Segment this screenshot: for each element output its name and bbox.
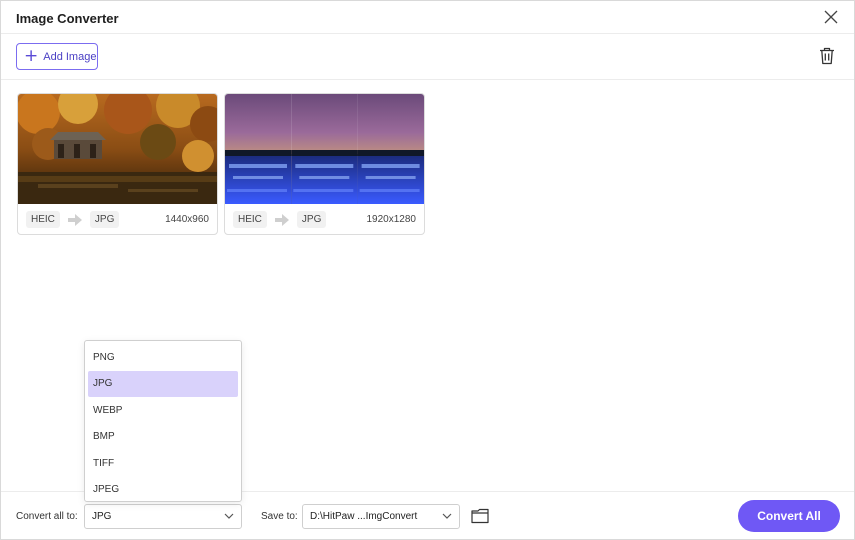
plus-icon: +	[24, 46, 39, 66]
image-dimensions: 1440x960	[165, 214, 209, 225]
format-option-webp[interactable]: WEBP	[88, 397, 238, 424]
source-format: HEIC	[26, 211, 60, 228]
format-option-bmp[interactable]: BMP	[88, 424, 238, 451]
source-format: HEIC	[233, 211, 267, 228]
card-footer: HEIC JPG 1440x960	[18, 204, 217, 234]
chevron-down-icon	[224, 513, 234, 519]
close-icon[interactable]	[824, 10, 838, 24]
format-option-png[interactable]: PNG	[88, 344, 238, 371]
folder-icon[interactable]	[471, 508, 489, 524]
save-to-label: Save to:	[261, 511, 298, 522]
target-format: JPG	[89, 211, 120, 228]
image-dimensions: 1920x1280	[366, 214, 417, 225]
trash-icon[interactable]	[819, 47, 835, 65]
title-bar: Image Converter	[1, 1, 854, 34]
add-image-button[interactable]: + Add Image	[16, 43, 98, 70]
format-option-tiff[interactable]: TIFF	[88, 450, 238, 477]
window-title: Image Converter	[16, 11, 119, 26]
format-dropdown-menu: PNG JPG WEBP BMP TIFF JPEG	[84, 340, 242, 502]
convert-all-select[interactable]: JPG	[84, 504, 242, 529]
image-converter-window: Image Converter + Add Image HEIC JPG 144…	[0, 0, 855, 540]
add-image-label: Add Image	[43, 50, 97, 63]
format-option-jpeg[interactable]: JPEG	[88, 477, 238, 504]
image-card[interactable]: HEIC JPG 1920x1280	[224, 93, 425, 235]
convert-all-value: JPG	[92, 511, 112, 522]
save-path-select[interactable]: D:\HitPaw ...ImgConvert	[302, 504, 460, 529]
convert-all-label: Convert all to:	[16, 511, 78, 522]
format-option-jpg[interactable]: JPG	[88, 370, 238, 397]
image-thumbnail	[225, 94, 424, 204]
arrow-right-icon	[274, 213, 289, 226]
convert-all-button[interactable]: Convert All	[738, 500, 840, 532]
image-thumbnail	[18, 94, 217, 204]
save-path-value: D:\HitPaw ...ImgConvert	[310, 511, 418, 522]
arrow-right-icon	[67, 213, 82, 226]
toolbar: + Add Image	[1, 34, 854, 80]
chevron-down-icon	[442, 513, 452, 519]
image-card[interactable]: HEIC JPG 1440x960	[17, 93, 218, 235]
target-format: JPG	[296, 211, 327, 228]
card-footer: HEIC JPG 1920x1280	[225, 204, 424, 234]
